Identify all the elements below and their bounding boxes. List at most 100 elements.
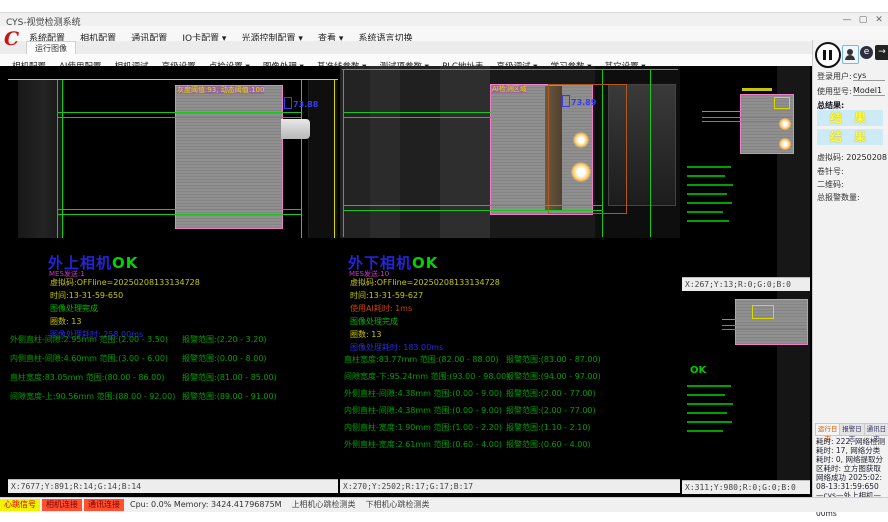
reel-number-field: 卷针号: [817, 166, 844, 177]
measurement-row: 直柱宽度:83.05mm 范围:(80.00 - 86.00)报警范围:(81.… [10, 372, 336, 391]
roi-line-green [650, 69, 651, 237]
weld-glow [572, 132, 590, 148]
left-camera-image[interactable]: 灰度阈值:93, 动态阈值:100 73.88 [8, 66, 338, 238]
mid-camera-image[interactable]: AI检测区域 73.89 [340, 66, 680, 238]
mini-text-line [687, 184, 733, 186]
virtual-code: 虚拟码:OFFline=20250208133134728 [350, 276, 500, 289]
thumb-image[interactable]: OK [682, 291, 810, 480]
score-annotation: 73.88 [284, 92, 318, 111]
measurement-row: 外侧直柱-间隙:4.38mm 范围:(0.00 - 9.00)报警范围:(2.0… [344, 388, 678, 405]
mini-text-line [687, 403, 733, 405]
measurement-row: 内侧直柱-间隙:4.60mm 范围:(3.00 - 6.00)报警范围:(0.0… [10, 353, 336, 372]
connector-part [281, 119, 310, 139]
cycle-count: 圈数: 13 [350, 328, 500, 341]
baseline-cyan [722, 319, 806, 320]
qr-code-field: 二维码: [817, 179, 844, 190]
pause-button[interactable] [815, 42, 841, 68]
title-bar: CYS-视觉检测系统 — ▢ ✕ [0, 12, 888, 27]
upper-camera-heartbeat-link[interactable]: 上相机心跳检测类 [292, 498, 356, 511]
app-logo-icon: C [4, 27, 22, 53]
log-tab-bar: 运行日志 报警日志 通讯日志 [815, 423, 888, 436]
measurement-row: 间隙宽度-上:90.56mm 范围:(88.00 - 92.00)报警范围:(8… [10, 391, 336, 410]
camera-thumb-inner-lower[interactable]: OK X:311;Y:980;R:0;G:0;B:0 [682, 291, 810, 494]
thumb-ok-status: OK [690, 365, 706, 376]
threshold-overlay-label: 灰度阈值:93, 动态阈值:100 [177, 86, 264, 94]
process-time: 图像处理耗时: 183.00ms [350, 341, 500, 354]
annotation-box-yellow [774, 97, 790, 109]
measure-line-green [57, 112, 301, 113]
login-user-value[interactable]: cys [853, 71, 885, 81]
process-status: 图像处理完成 [50, 302, 200, 315]
mini-text-line [687, 394, 725, 396]
e-tool-button[interactable]: e [860, 46, 873, 59]
user-account-button[interactable] [842, 45, 859, 64]
result-display-upper: 结 果 [817, 110, 883, 126]
login-user-label: 登录用户: [817, 71, 852, 82]
virtual-code: 虚拟码:OFFline=20250208133134728 [50, 276, 200, 289]
maximize-icon[interactable]: ▢ [856, 15, 870, 25]
app-window: CYS-视觉检测系统 — ▢ ✕ C 系统配置 相机配置 通讯配置 IO卡配置 … [0, 0, 888, 522]
measurement-row: 直柱宽度:83.77mm 范围:(82.00 - 88.00)报警范围:(83.… [344, 354, 678, 371]
camera-view-lower-outer[interactable]: AI检测区域 73.89 外下相机OK MES发送:10 虚拟码:OFFline… [340, 66, 680, 493]
tab-run-log[interactable]: 运行日志 [816, 424, 840, 435]
tab-comm-log[interactable]: 通讯日志 [865, 424, 888, 435]
weld-glow [570, 162, 592, 182]
measurement-row: 外侧直柱-宽度:2.61mm 范围:(0.60 - 4.00)报警范围:(0.6… [344, 439, 678, 456]
comm-connection-badge: 通讯连接 [84, 499, 124, 511]
cursor-coordinates: X:267;Y:13;R:0;G:0;B:0 [682, 277, 810, 291]
measure-line-green [343, 210, 602, 211]
close-icon[interactable]: ✕ [872, 15, 886, 25]
logout-icon[interactable]: → [875, 45, 888, 60]
measure-line-green [343, 205, 602, 206]
score-annotation: 73.89 [562, 90, 596, 109]
measure-line-green [702, 117, 792, 118]
measurement-list: 外侧直柱-间隙:2.95mm 范围:(2.00 - 3.50)报警范围:(2.2… [10, 334, 336, 410]
roi-line-green [343, 69, 344, 237]
measure-line-green [343, 112, 491, 113]
cursor-coordinates: X:270;Y:2502;R:17;G:17;B:17 [340, 479, 680, 493]
score-box-icon [562, 95, 570, 107]
measure-line-green [343, 117, 491, 118]
measure-line-green [722, 325, 806, 326]
measurement-row: 外侧直柱-间隙:2.95mm 范围:(2.00 - 3.50)报警范围:(2.2… [10, 334, 336, 353]
mini-text-line [687, 166, 731, 168]
mini-text-line [687, 211, 723, 213]
camera-view-upper-outer[interactable]: 灰度阈值:93, 动态阈值:100 73.88 外上相机OK MES发送:1 虚… [8, 66, 338, 493]
mini-text-line [687, 421, 732, 423]
tab-run-image[interactable]: 运行图像 [26, 41, 76, 55]
minimize-icon[interactable]: — [840, 15, 854, 25]
measure-line-green [57, 117, 301, 118]
score-box-icon [284, 97, 292, 109]
tab-alarm-log[interactable]: 报警日志 [840, 424, 864, 435]
mini-text-line [687, 412, 727, 414]
weld-glow [778, 138, 792, 150]
timestamp: 时间:13-31-59-627 [350, 289, 500, 302]
total-alarm-field: 总报警数量: [817, 192, 860, 203]
model-value[interactable]: Model1 [853, 86, 885, 96]
measurement-row: 内侧直柱-宽度:1.90mm 范围:(1.00 - 2.20)报警范围:(1.1… [344, 422, 678, 439]
cpu-memory-status: Cpu: 0.0% Memory: 3424.41796875M [130, 498, 282, 511]
measurement-row: 内侧直柱-间隙:4.38mm 范围:(0.00 - 9.00)报警范围:(2.0… [344, 405, 678, 422]
mini-text-line [687, 220, 729, 222]
user-icon [845, 55, 855, 60]
measure-line-green [57, 209, 301, 210]
lower-camera-heartbeat-link[interactable]: 下相机心跳检测类 [366, 498, 430, 511]
camera-info-lines: 虚拟码:OFFline=20250208133134728 时间:13-31-5… [50, 276, 200, 341]
mini-text-line [687, 193, 727, 195]
status-bar: 心跳信号相机连接通讯连接Cpu: 0.0% Memory: 3424.41796… [0, 497, 888, 512]
thumb-image[interactable] [682, 66, 810, 277]
measure-line-green [57, 214, 301, 215]
product-block [175, 85, 283, 229]
annotation-box-yellow [752, 305, 774, 319]
camera-thumb-inner-upper[interactable]: X:267;Y:13;R:0;G:0;B:0 [682, 66, 810, 291]
timestamp: 时间:13-31-59-650 [50, 289, 200, 302]
process-status: 图像处理完成 [350, 315, 500, 328]
virtual-code-field: 虚拟码: 20250208 [817, 152, 887, 163]
tiny-label-yellow [742, 88, 772, 91]
roi-line-green [342, 69, 678, 70]
cursor-coordinates: X:311;Y:980;R:0;G:0;B:0 [682, 480, 810, 494]
cursor-coordinates: X:7677;Y:891;R:14;G:14;B:14 [8, 479, 338, 493]
measure-line-green [722, 329, 806, 330]
ai-time: 使用AI耗时: 1ms [350, 302, 500, 315]
baseline-cyan [702, 111, 792, 112]
